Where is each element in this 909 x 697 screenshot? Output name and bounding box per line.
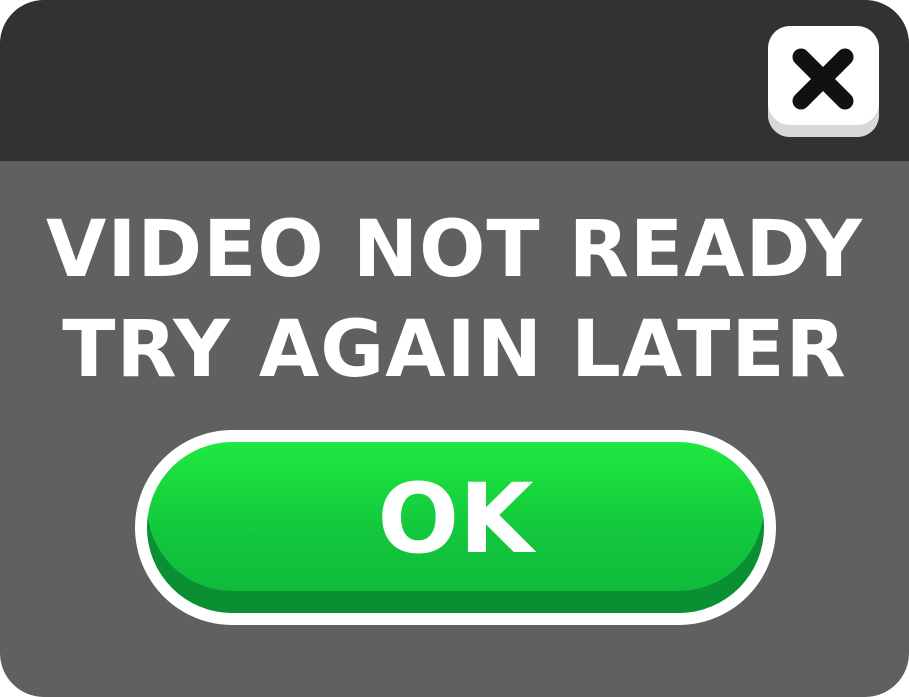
message-line-1: VIDEO NOT READY xyxy=(45,205,864,295)
video-not-ready-dialog: VIDEO NOT READY TRY AGAIN LATER OK xyxy=(0,0,909,697)
ok-button-outline: OK xyxy=(135,430,776,625)
close-x-icon xyxy=(792,48,854,110)
message-line-2: TRY AGAIN LATER xyxy=(62,305,847,395)
dialog-message: VIDEO NOT READY TRY AGAIN LATER xyxy=(0,200,909,400)
ok-button-label: OK xyxy=(377,463,534,575)
ok-button[interactable]: OK xyxy=(147,442,764,613)
close-button[interactable] xyxy=(768,26,879,137)
